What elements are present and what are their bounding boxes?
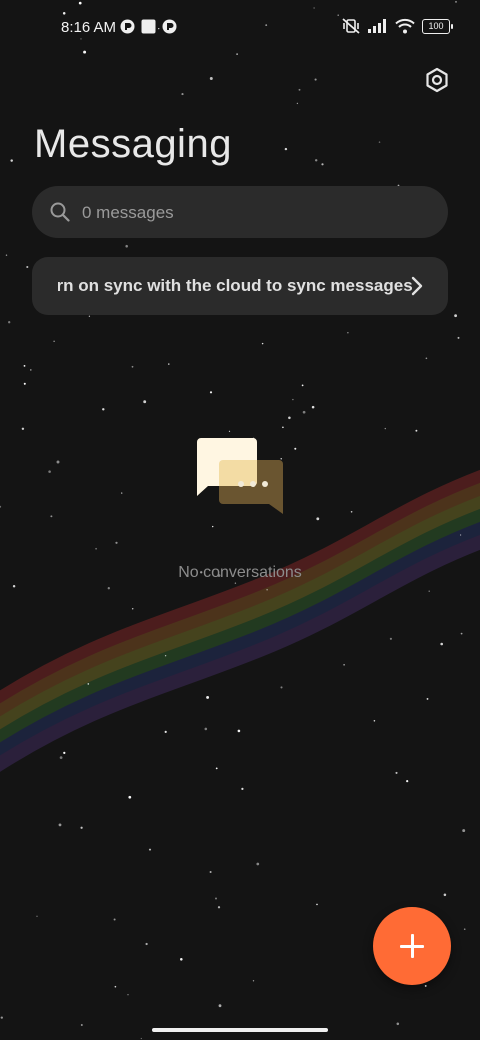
home-indicator[interactable] — [152, 1028, 328, 1032]
battery-icon: 100 — [422, 18, 453, 34]
signal-icon — [368, 19, 386, 33]
square-notification-icon — [141, 19, 156, 34]
status-bar: 8:16 AM 100 — [0, 0, 480, 56]
notification-app-icon — [120, 19, 135, 34]
sync-banner[interactable]: Turn on sync with the cloud to sync mess… — [32, 257, 448, 315]
empty-state-text: No conversations — [178, 564, 302, 581]
page-title: Messaging — [34, 122, 232, 166]
search-icon — [50, 202, 70, 222]
chevron-right-icon — [411, 276, 423, 296]
search-placeholder: 0 messages — [82, 203, 174, 222]
status-time: 8:16 AM — [61, 19, 117, 36]
sync-banner-text-container: Turn on sync with the cloud to sync mess… — [58, 257, 426, 315]
sync-banner-text: Turn on sync with the cloud to sync mess… — [58, 276, 413, 295]
new-conversation-button[interactable] — [373, 907, 451, 985]
mute-vibrate-icon — [342, 18, 360, 34]
status-system-icons: 100 — [341, 17, 453, 35]
settings-button[interactable] — [421, 64, 453, 96]
status-notification-icons — [120, 19, 177, 34]
notification-app-icon — [162, 19, 177, 34]
wifi-icon — [395, 18, 415, 34]
chat-bubbles-icon — [197, 438, 283, 514]
settings-icon — [426, 67, 448, 93]
